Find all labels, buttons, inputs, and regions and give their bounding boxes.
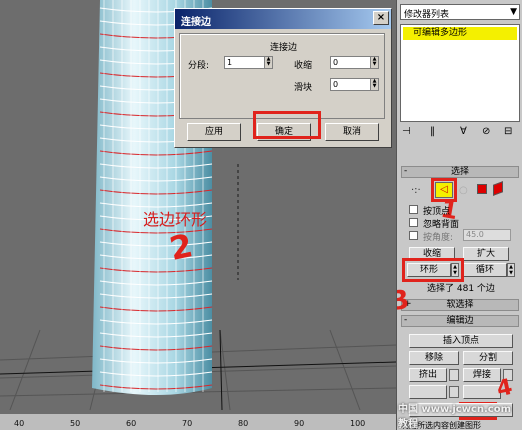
highlight-ring-button <box>402 258 464 282</box>
connect-edges-group: 连接边 分段: 1 ▲ ▼ 收缩 0 ▲ ▼ 滑块 0 ▲ ▼ <box>179 33 385 119</box>
selection-status: 选择了 481 个边 <box>427 284 495 294</box>
close-icon[interactable]: × <box>373 11 389 25</box>
slide-input[interactable]: 0 <box>330 78 370 91</box>
ruler-label: 80 <box>238 419 249 428</box>
element-icon[interactable] <box>493 181 503 196</box>
remove-button[interactable]: 移除 <box>409 351 459 365</box>
ignore-backfacing-checkbox[interactable] <box>409 218 418 227</box>
loop-button[interactable]: 循环 <box>463 263 507 277</box>
by-vertex-checkbox[interactable] <box>409 205 418 214</box>
ignore-backfacing-label: 忽略背面 <box>423 220 460 230</box>
dialog-title: 连接边 × <box>175 9 391 29</box>
by-angle-checkbox[interactable] <box>409 231 418 240</box>
by-angle-label: 按角度: <box>423 233 454 243</box>
by-angle-input[interactable]: 45.0 <box>463 229 511 241</box>
ruler-label: 90 <box>294 419 305 428</box>
ruler-label: 50 <box>70 419 81 428</box>
collapse-icon: - <box>404 166 408 176</box>
modifier-list-dropdown[interactable]: 修改器列表 ▼ <box>400 4 520 20</box>
selection-rollout-header[interactable]: - 选择 <box>401 166 519 178</box>
modifier-stack: 可编辑多边形 <box>400 24 520 122</box>
chevron-down-icon: ▼ <box>510 7 517 17</box>
apply-button[interactable]: 应用 <box>187 123 241 141</box>
configure-sets-icon[interactable]: ⊟ <box>504 126 512 137</box>
ruler-label: 100 <box>350 419 366 428</box>
slide-label: 滑块 <box>294 83 313 93</box>
split-button[interactable]: 分割 <box>463 351 513 365</box>
vertex-icon[interactable]: ·:· <box>411 185 421 196</box>
soft-selection-rollout-header[interactable]: + 软选择 <box>401 299 519 311</box>
extrude-button[interactable]: 挤出 <box>409 368 447 382</box>
polygon-icon[interactable] <box>477 184 487 194</box>
loop-spinner[interactable]: ▲ ▼ <box>507 263 515 277</box>
ruler-label: 40 <box>14 419 25 428</box>
remove-modifier-icon[interactable]: ⊘ <box>482 126 490 137</box>
group-label: 连接边 <box>270 43 298 53</box>
annotation-select-ring-text: 选边环形 <box>143 210 208 229</box>
ruler-label: 60 <box>126 419 137 428</box>
segments-label: 分段: <box>188 61 210 71</box>
make-unique-icon[interactable]: ∀ <box>460 126 467 137</box>
watermark: 中国 www.jcwcn.com 教程 <box>398 404 512 430</box>
highlight-ok-button <box>253 111 321 139</box>
chamfer-button[interactable] <box>409 385 447 399</box>
stack-toolbar: ⊣ ‖ ∀ ⊘ ⊟ <box>400 126 520 140</box>
pinch-input[interactable]: 0 <box>330 56 370 69</box>
show-end-result-icon[interactable]: ‖ <box>430 126 435 137</box>
cancel-button[interactable]: 取消 <box>325 123 379 141</box>
annotation-mark-3: 3 <box>396 284 412 318</box>
pinch-spinner[interactable]: ▲ ▼ <box>370 56 379 69</box>
border-icon[interactable]: ○ <box>459 185 468 196</box>
target-weld-button[interactable] <box>463 385 501 399</box>
extrude-settings-icon[interactable] <box>449 369 459 381</box>
ruler-label: 70 <box>182 419 193 428</box>
pinch-label: 收缩 <box>294 61 313 71</box>
segments-input[interactable]: 1 <box>224 56 264 69</box>
grow-button[interactable]: 扩大 <box>463 247 509 261</box>
insert-vertex-button[interactable]: 插入顶点 <box>409 334 513 348</box>
edit-edges-rollout-header[interactable]: - 编辑边 <box>401 315 519 327</box>
time-ruler <box>0 414 396 430</box>
modify-panel: 修改器列表 ▼ 可编辑多边形 ⊣ ‖ ∀ ⊘ ⊟ - 选择 ·:· ◁ ○ 1 按… <box>396 0 522 430</box>
pin-stack-icon[interactable]: ⊣ <box>402 126 411 137</box>
collapse-icon: - <box>404 315 408 325</box>
slide-spinner[interactable]: ▲ ▼ <box>370 78 379 91</box>
by-vertex-label: 按顶点 <box>423 207 451 217</box>
segments-spinner[interactable]: ▲ ▼ <box>264 56 273 69</box>
stack-item-editable-poly[interactable]: 可编辑多边形 <box>403 27 517 40</box>
chamfer-settings-icon[interactable] <box>449 386 459 398</box>
